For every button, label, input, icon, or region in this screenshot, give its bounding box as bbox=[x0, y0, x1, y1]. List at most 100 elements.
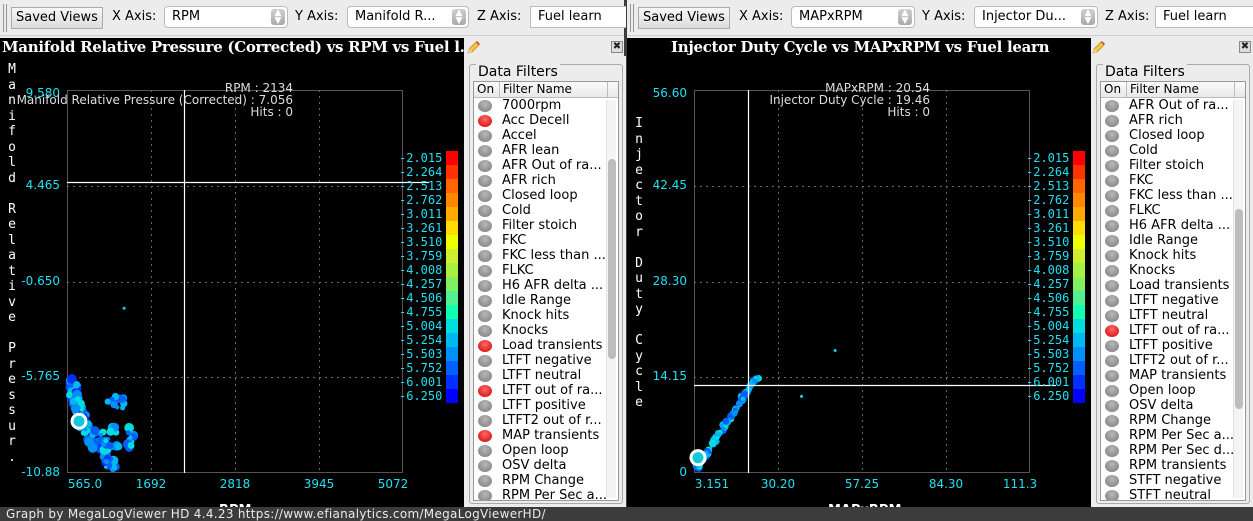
filter-row[interactable]: RPM Change bbox=[1101, 413, 1245, 428]
filter-row[interactable]: FKC bbox=[474, 233, 618, 248]
toolbar-grip[interactable] bbox=[3, 4, 7, 32]
filter-off-indicator-icon[interactable] bbox=[478, 144, 492, 157]
filter-off-indicator-icon[interactable] bbox=[478, 159, 492, 172]
filter-off-indicator-icon[interactable] bbox=[478, 489, 492, 500]
filter-row[interactable]: AFR rich bbox=[474, 173, 618, 188]
filter-row[interactable]: AFR Out of ra... bbox=[474, 158, 618, 173]
filter-off-indicator-icon[interactable] bbox=[478, 369, 492, 382]
toolbar-grip[interactable] bbox=[630, 4, 634, 32]
filter-on-indicator-icon[interactable] bbox=[478, 339, 492, 352]
filter-row[interactable]: Load transients bbox=[474, 338, 618, 353]
filter-off-indicator-icon[interactable] bbox=[1105, 384, 1119, 397]
filter-row[interactable]: Open loop bbox=[1101, 383, 1245, 398]
filter-off-indicator-icon[interactable] bbox=[1105, 249, 1119, 262]
filter-row[interactable]: RPM Per Sec a... bbox=[1101, 428, 1245, 443]
filter-off-indicator-icon[interactable] bbox=[1105, 204, 1119, 217]
filter-off-indicator-icon[interactable] bbox=[1105, 159, 1119, 172]
filter-row[interactable]: H6 AFR delta ... bbox=[1101, 218, 1245, 233]
filter-row[interactable]: LTFT2 out of r... bbox=[1101, 353, 1245, 368]
filter-row[interactable]: AFR Out of ra... bbox=[1101, 98, 1245, 113]
filter-off-indicator-icon[interactable] bbox=[1105, 489, 1119, 500]
filter-row[interactable]: Cold bbox=[474, 203, 618, 218]
column-header-on[interactable]: On bbox=[474, 82, 500, 97]
filter-off-indicator-icon[interactable] bbox=[1105, 459, 1119, 472]
filter-off-indicator-icon[interactable] bbox=[478, 174, 492, 187]
filter-row[interactable]: LTFT neutral bbox=[1101, 308, 1245, 323]
filter-row[interactable]: Load transients bbox=[1101, 278, 1245, 293]
column-header-filter-name[interactable]: Filter Name bbox=[1127, 82, 1235, 97]
filter-off-indicator-icon[interactable] bbox=[1105, 429, 1119, 442]
filter-row[interactable]: 7000rpm bbox=[474, 98, 618, 113]
filter-off-indicator-icon[interactable] bbox=[1105, 144, 1119, 157]
filter-row[interactable]: FLKC bbox=[474, 263, 618, 278]
filter-row[interactable]: Idle Range bbox=[474, 293, 618, 308]
filter-on-indicator-icon[interactable] bbox=[478, 429, 492, 442]
filter-row[interactable]: RPM Change bbox=[474, 473, 618, 488]
filter-off-indicator-icon[interactable] bbox=[478, 99, 492, 112]
scrollbar[interactable] bbox=[1233, 100, 1243, 498]
filter-off-indicator-icon[interactable] bbox=[478, 249, 492, 262]
filter-row[interactable]: AFR rich bbox=[1101, 113, 1245, 128]
saved-views-button[interactable]: Saved Views bbox=[11, 7, 103, 29]
filter-off-indicator-icon[interactable] bbox=[1105, 339, 1119, 352]
filter-row[interactable]: FLKC bbox=[1101, 203, 1245, 218]
filter-off-indicator-icon[interactable] bbox=[1105, 189, 1119, 202]
pencil-icon[interactable] bbox=[465, 40, 481, 56]
filter-off-indicator-icon[interactable] bbox=[1105, 354, 1119, 367]
filter-off-indicator-icon[interactable] bbox=[478, 294, 492, 307]
z-axis-field[interactable]: Fuel learn bbox=[530, 6, 626, 28]
filter-row[interactable]: OSV delta bbox=[474, 458, 618, 473]
scrollbar-thumb[interactable] bbox=[1235, 209, 1243, 409]
scatter-chart[interactable]: Injector Duty Cycle vs MAPxRPM vs Fuel l… bbox=[627, 38, 1091, 507]
filter-row[interactable]: Knock hits bbox=[474, 308, 618, 323]
scrollbar[interactable] bbox=[606, 100, 616, 498]
filter-row[interactable]: Acc Decell bbox=[474, 113, 618, 128]
filter-off-indicator-icon[interactable] bbox=[1105, 219, 1119, 232]
filter-off-indicator-icon[interactable] bbox=[478, 324, 492, 337]
filter-off-indicator-icon[interactable] bbox=[478, 204, 492, 217]
filter-off-indicator-icon[interactable] bbox=[1105, 114, 1119, 127]
filter-row[interactable]: LTFT positive bbox=[1101, 338, 1245, 353]
filter-off-indicator-icon[interactable] bbox=[1105, 279, 1119, 292]
filter-row[interactable]: RPM transients bbox=[1101, 458, 1245, 473]
x-axis-select[interactable]: MAPxRPM ▲ ▼ bbox=[791, 6, 915, 28]
filter-row[interactable]: LTFT negative bbox=[474, 353, 618, 368]
filter-row[interactable]: AFR lean bbox=[474, 143, 618, 158]
z-axis-field[interactable]: Fuel learn bbox=[1155, 6, 1253, 28]
filter-row[interactable]: Knocks bbox=[1101, 263, 1245, 278]
filter-row[interactable]: RPM Per Sec d... bbox=[1101, 443, 1245, 458]
close-icon[interactable]: ✖ bbox=[1239, 41, 1251, 53]
filter-row[interactable]: FKC less than ... bbox=[1101, 188, 1245, 203]
y-axis-select[interactable]: Manifold R... ▲ ▼ bbox=[347, 6, 469, 28]
filter-off-indicator-icon[interactable] bbox=[478, 264, 492, 277]
filter-off-indicator-icon[interactable] bbox=[1105, 399, 1119, 412]
filter-off-indicator-icon[interactable] bbox=[1105, 99, 1119, 112]
column-header-filter-name[interactable]: Filter Name bbox=[500, 82, 608, 97]
filter-off-indicator-icon[interactable] bbox=[478, 474, 492, 487]
filter-row[interactable]: MAP transients bbox=[474, 428, 618, 443]
filter-row[interactable]: Idle Range bbox=[1101, 233, 1245, 248]
filter-on-indicator-icon[interactable] bbox=[1105, 324, 1119, 337]
filter-off-indicator-icon[interactable] bbox=[1105, 264, 1119, 277]
filter-row[interactable]: LTFT negative bbox=[1101, 293, 1245, 308]
filter-row[interactable]: Accel bbox=[474, 128, 618, 143]
filter-row[interactable]: RPM Per Sec a... bbox=[474, 488, 618, 500]
x-axis-select[interactable]: RPM ▲ ▼ bbox=[164, 6, 288, 28]
filter-off-indicator-icon[interactable] bbox=[1105, 474, 1119, 487]
filter-row[interactable]: MAP transients bbox=[1101, 368, 1245, 383]
filter-row[interactable]: LTFT out of ra... bbox=[1101, 323, 1245, 338]
saved-views-button[interactable]: Saved Views bbox=[638, 7, 730, 29]
filter-row[interactable]: LTFT out of ra... bbox=[474, 383, 618, 398]
filter-row[interactable]: Filter stoich bbox=[474, 218, 618, 233]
filter-on-indicator-icon[interactable] bbox=[478, 114, 492, 127]
filter-row[interactable]: H6 AFR delta ... bbox=[474, 278, 618, 293]
filter-row[interactable]: Cold bbox=[1101, 143, 1245, 158]
filter-row[interactable]: Knock hits bbox=[1101, 248, 1245, 263]
filter-off-indicator-icon[interactable] bbox=[1105, 414, 1119, 427]
filter-row[interactable]: Closed loop bbox=[474, 188, 618, 203]
filter-row[interactable]: Closed loop bbox=[1101, 128, 1245, 143]
filter-row[interactable]: Knocks bbox=[474, 323, 618, 338]
filter-off-indicator-icon[interactable] bbox=[478, 414, 492, 427]
filter-off-indicator-icon[interactable] bbox=[478, 219, 492, 232]
filter-off-indicator-icon[interactable] bbox=[478, 354, 492, 367]
